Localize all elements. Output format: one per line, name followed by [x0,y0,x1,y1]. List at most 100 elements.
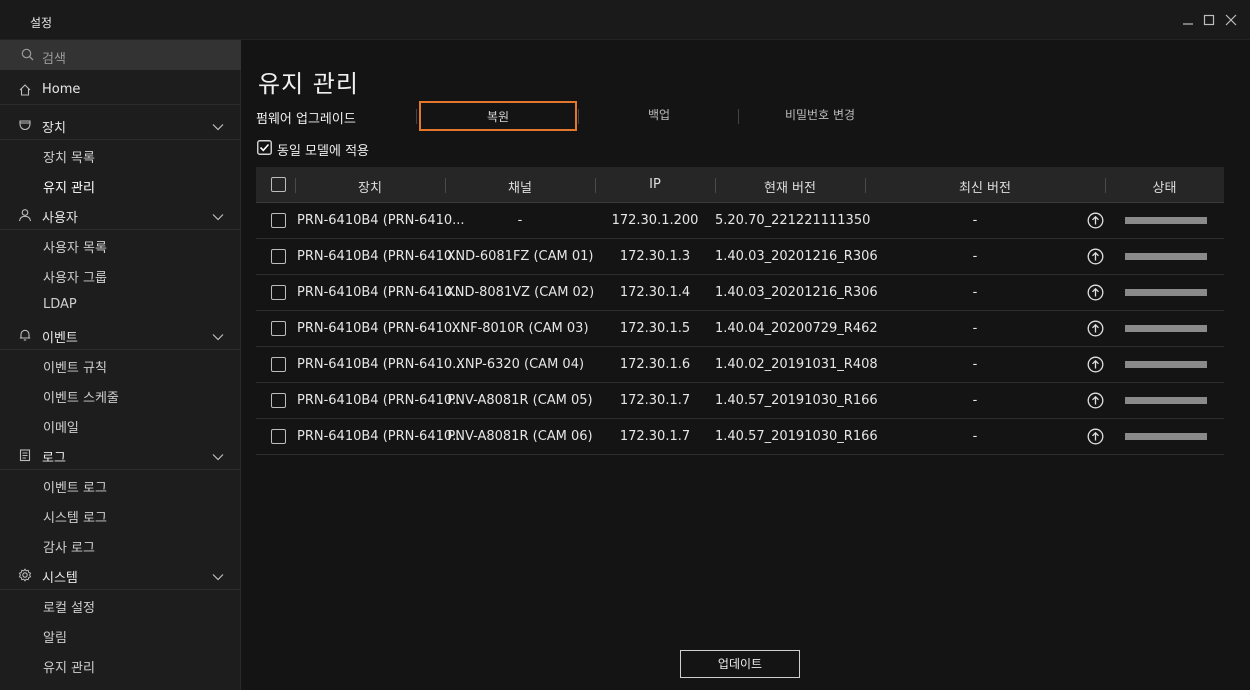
table-row[interactable]: PRN-6410B4 (PRN-6410... PNV-A8081R (CAM 0… [256,419,1224,455]
cell-current-version: 1.40.04_20200729_R462 [715,321,878,336]
window-title: 설정 [30,16,53,30]
table-row[interactable]: PRN-6410B4 (PRN-6410... XND-6081FZ (CAM 0… [256,239,1224,275]
cell-device: PRN-6410B4 (PRN-6410... [297,249,465,264]
table-row[interactable]: PRN-6410B4 (PRN-6410... XNP-6320 (CAM 04)… [256,347,1224,383]
column-header-current-version[interactable]: 현재 버전 [715,177,865,196]
firmware-upgrade-label: 펌웨어 업그레이드 [256,112,356,127]
sidebar-item-user-group[interactable]: 사용자 그룹 [0,260,240,290]
tab-restore[interactable]: 복원 [419,101,577,131]
sidebar-item-audit-log[interactable]: 감사 로그 [0,530,240,560]
cell-device: PRN-6410B4 (PRN-6410... [297,321,465,336]
column-header-channel[interactable]: 채널 [445,177,595,196]
status-progress-bar [1125,433,1207,440]
cell-latest-version: - [972,393,978,408]
sidebar-item-event-schedule[interactable]: 이벤트 스케줄 [0,380,240,410]
camera-icon [18,118,32,136]
sidebar-item-home[interactable]: Home [0,75,240,105]
row-checkbox[interactable] [271,285,286,300]
sidebar-item-label: 이메일 [43,421,79,436]
status-progress-bar [1125,325,1207,332]
cell-ip: 172.30.1.3 [619,249,691,264]
row-checkbox[interactable] [271,321,286,336]
table-row[interactable]: PRN-6410B4 (PRN-6410... XND-8081VZ (CAM 0… [256,275,1224,311]
upload-icon[interactable] [1087,320,1104,341]
sidebar-section-label: 로그 [42,451,66,466]
sidebar-item-label: 알림 [43,631,67,646]
sidebar-item-event-rules[interactable]: 이벤트 규칙 [0,350,240,380]
sidebar-section-label: 이벤트 [42,331,78,346]
cell-latest-version: - [972,429,978,444]
status-progress-bar [1125,253,1207,260]
search-icon [21,48,34,65]
chevron-down-icon [212,450,224,465]
upload-icon[interactable] [1087,356,1104,377]
upload-icon[interactable] [1087,212,1104,233]
sidebar-item-label: 이벤트 로그 [43,481,107,496]
sidebar-item-event-log[interactable]: 이벤트 로그 [0,470,240,500]
sidebar-item-device-list[interactable]: 장치 목록 [0,140,240,170]
cell-channel: XNF-8010R (CAM 03) [451,321,589,336]
cell-current-version: 1.40.57_20191030_R166 [715,429,878,444]
cell-ip: 172.30.1.6 [619,357,691,372]
table-row[interactable]: PRN-6410B4 (PRN-6410... - 172.30.1.200 5.20… [256,203,1224,239]
sidebar-section-event[interactable]: 이벤트 [0,320,240,350]
page-title: 유지 관리 [258,70,359,98]
row-checkbox[interactable] [271,393,286,408]
column-header-latest-version[interactable]: 최신 버전 [865,177,1105,196]
update-button[interactable]: 업데이트 [680,650,800,678]
upload-icon[interactable] [1087,248,1104,269]
row-checkbox[interactable] [271,213,286,228]
chevron-down-icon [212,120,224,135]
sidebar-item-label: 유지 관리 [43,181,95,196]
cell-current-version: 1.40.03_20201216_R306 [715,285,878,300]
cell-ip: 172.30.1.7 [619,429,691,444]
sidebar-item-system-maintenance[interactable]: 유지 관리 [0,650,240,680]
cell-current-version: 1.40.02_20191031_R408 [715,357,878,372]
search-placeholder: 검색 [42,52,66,67]
tab-change-password[interactable]: 비밀번호 변경 [741,101,899,131]
sidebar-item-email[interactable]: 이메일 [0,410,240,440]
cell-device: PRN-6410B4 (PRN-6410... [297,357,465,372]
sidebar-item-label: LDAP [43,297,77,312]
table-row[interactable]: PRN-6410B4 (PRN-6410... PNV-A8081R (CAM 0… [256,383,1224,419]
minimize-icon[interactable] [1181,13,1195,27]
apply-same-model-checkbox[interactable] [257,140,272,159]
close-icon[interactable] [1224,13,1238,27]
sidebar-item-user-list[interactable]: 사용자 목록 [0,230,240,260]
sidebar-section-user[interactable]: 사용자 [0,200,240,230]
row-checkbox[interactable] [271,429,286,444]
sidebar-item-notifications[interactable]: 알림 [0,620,240,650]
column-header-device[interactable]: 장치 [295,177,445,196]
sidebar-item-ldap[interactable]: LDAP [0,290,240,320]
column-header-status[interactable]: 상태 [1105,177,1224,196]
cell-channel: PNV-A8081R (CAM 05) [447,393,593,408]
cell-current-version: 1.40.57_20191030_R166 [715,393,878,408]
cell-ip: 172.30.1.5 [619,321,691,336]
cell-device: PRN-6410B4 (PRN-6410... [297,213,465,228]
upload-icon[interactable] [1087,428,1104,449]
chevron-down-icon [212,330,224,345]
sidebar-section-system[interactable]: 시스템 [0,560,240,590]
sidebar-section-log[interactable]: 로그 [0,440,240,470]
sidebar-item-label: 사용자 그룹 [43,271,107,286]
tab-backup[interactable]: 백업 [580,101,738,131]
sidebar-item-local-settings[interactable]: 로컬 설정 [0,590,240,620]
row-checkbox[interactable] [271,249,286,264]
select-all-checkbox[interactable] [271,177,286,192]
sidebar-item-maintenance[interactable]: 유지 관리 [0,170,240,200]
table-row[interactable]: PRN-6410B4 (PRN-6410... XNF-8010R (CAM 03… [256,311,1224,347]
sidebar-section-device[interactable]: 장치 [0,110,240,140]
tab-divider [738,109,739,124]
maximize-icon[interactable] [1202,13,1216,27]
upload-icon[interactable] [1087,392,1104,413]
sidebar-item-system-log[interactable]: 시스템 로그 [0,500,240,530]
column-header-ip[interactable]: IP [595,177,715,192]
search-input[interactable]: 검색 [0,40,241,70]
row-checkbox[interactable] [271,357,286,372]
table-header: 장치 채널 IP 현재 버전 최신 버전 상태 [256,167,1224,203]
sidebar-section-label: 사용자 [42,211,78,226]
cell-channel: XND-8081VZ (CAM 02) [445,285,595,300]
cell-channel: XNP-6320 (CAM 04) [455,357,585,372]
main-panel: 유지 관리 펌웨어 업그레이드 복원 백업 비밀번호 변경 동일 모델에 적용 … [241,40,1250,690]
upload-icon[interactable] [1087,284,1104,305]
